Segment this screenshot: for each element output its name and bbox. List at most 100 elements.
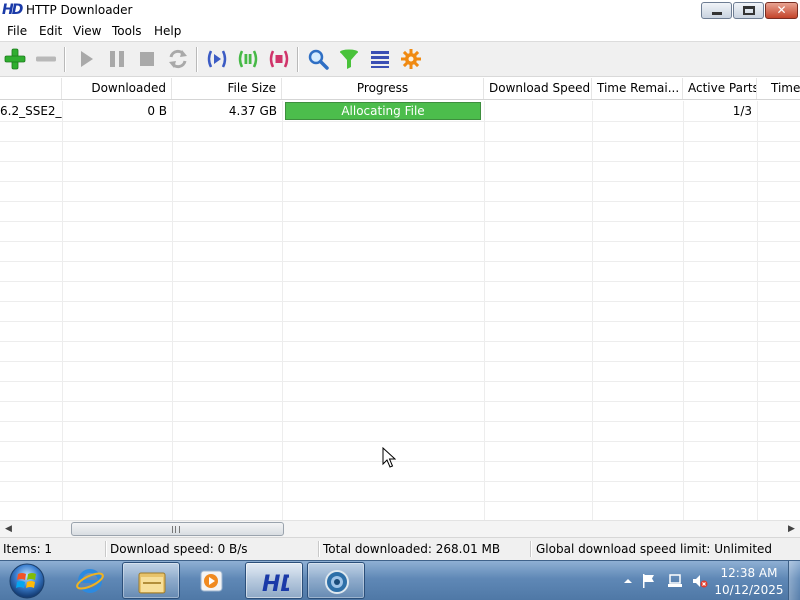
network-icon[interactable]: [667, 573, 683, 589]
mouse-cursor-icon: [382, 447, 396, 468]
grid-line: [0, 261, 800, 262]
toolbar-separator: [196, 47, 197, 72]
menu-view[interactable]: View: [73, 24, 101, 38]
grid-line: [0, 161, 800, 162]
remove-download-button[interactable]: [34, 47, 58, 71]
horizontal-scrollbar[interactable]: ◀ ▶: [0, 520, 800, 537]
pause-button[interactable]: [105, 47, 129, 71]
column-header-row: Downloaded File Size Progress Download S…: [0, 78, 800, 100]
table-row[interactable]: 6.2_SSE2_... 0 B 4.37 GB Allocating File…: [0, 101, 800, 121]
grid-line: [0, 461, 800, 462]
list-button[interactable]: [368, 47, 392, 71]
stop-all-button[interactable]: [267, 47, 291, 71]
menu-help[interactable]: Help: [154, 24, 181, 38]
taskbar-http-downloader[interactable]: HD: [245, 562, 303, 599]
show-desktop-button[interactable]: [788, 561, 800, 600]
download-list[interactable]: 6.2_SSE2_... 0 B 4.37 GB Allocating File…: [0, 101, 800, 520]
grid-line: [0, 121, 800, 122]
grid-line: [0, 221, 800, 222]
http-downloader-icon: HD: [262, 572, 289, 595]
filter-icon: [340, 49, 358, 69]
progress-bar: Allocating File: [285, 102, 481, 120]
scroll-left-arrow-icon[interactable]: ◀: [0, 521, 17, 537]
stop-all-icon: [269, 50, 289, 68]
settings-icon: [401, 49, 421, 69]
filter-button[interactable]: [337, 47, 361, 71]
status-items: Items: 1: [3, 542, 53, 556]
pause-all-button[interactable]: [236, 47, 260, 71]
column-header-download-speed[interactable]: Download Speed: [484, 78, 592, 99]
start-button[interactable]: [1, 561, 53, 600]
menu-file[interactable]: File: [7, 24, 27, 38]
menu-edit[interactable]: Edit: [39, 24, 62, 38]
grid-line: [62, 101, 63, 520]
add-icon: [4, 48, 26, 70]
pause-icon: [110, 51, 124, 67]
scroll-right-arrow-icon[interactable]: ▶: [783, 521, 800, 537]
menu-tools[interactable]: Tools: [112, 24, 142, 38]
grid-line: [0, 241, 800, 242]
grid-line: [0, 281, 800, 282]
clock-date[interactable]: 10/12/2025: [706, 583, 792, 597]
show-hidden-icons-icon[interactable]: [620, 573, 636, 589]
grid-line: [0, 341, 800, 342]
column-header-active-parts[interactable]: Active Parts: [683, 78, 757, 99]
start-all-button[interactable]: [205, 47, 229, 71]
column-header-progress[interactable]: Progress: [282, 78, 484, 99]
list-icon: [371, 51, 389, 68]
status-download-speed: Download speed: 0 B/s: [110, 542, 248, 556]
action-center-flag-icon[interactable]: [641, 573, 657, 589]
grid-line: [0, 321, 800, 322]
status-speed-limit: Global download speed limit: Unlimited: [536, 542, 773, 556]
settings-button[interactable]: [399, 47, 423, 71]
media-player-icon: [200, 570, 223, 592]
add-download-button[interactable]: [3, 47, 27, 71]
minimize-icon: [712, 12, 722, 15]
toolbar-separator: [64, 47, 65, 72]
column-header-time-remaining[interactable]: Time Remai...: [592, 78, 683, 99]
taskbar-internet-explorer[interactable]: [61, 562, 119, 599]
grid-line: [0, 301, 800, 302]
status-separator: [530, 541, 531, 557]
windows-logo-icon: [9, 563, 45, 599]
scrollbar-thumb[interactable]: [71, 522, 284, 536]
cell-filename: 6.2_SSE2_...: [0, 104, 62, 118]
grid-line: [0, 401, 800, 402]
stop-button[interactable]: [135, 47, 159, 71]
maximize-button[interactable]: [733, 2, 764, 19]
restart-button[interactable]: [166, 47, 190, 71]
grid-line: [0, 381, 800, 382]
cell-downloaded: 0 B: [147, 104, 167, 118]
progress-label: Allocating File: [341, 104, 425, 118]
taskbar-file-explorer[interactable]: [122, 562, 180, 599]
internet-explorer-icon: [76, 569, 104, 593]
title-bar: HD HTTP Downloader ✕: [0, 0, 800, 21]
remove-icon: [36, 56, 56, 62]
grid-line: [0, 501, 800, 502]
search-button[interactable]: [306, 47, 330, 71]
cell-time-elapsed: [757, 101, 800, 121]
start-button[interactable]: [74, 47, 98, 71]
column-header-time-elapsed[interactable]: Time: [757, 78, 800, 99]
grid-line: [0, 141, 800, 142]
taskbar-browser[interactable]: [307, 562, 365, 599]
taskbar-media-player[interactable]: [183, 562, 241, 599]
grid-line: [0, 481, 800, 482]
toolbar-separator: [297, 47, 298, 72]
cell-file-size: 4.37 GB: [228, 104, 277, 118]
status-bar: Items: 1 Download speed: 0 B/s Total dow…: [0, 537, 800, 560]
column-header-filename[interactable]: [0, 78, 62, 99]
column-header-file-size[interactable]: File Size: [172, 78, 282, 99]
window-title: HTTP Downloader: [26, 3, 133, 17]
start-all-icon: [207, 50, 227, 68]
grid-line: [683, 101, 684, 520]
grid-line: [484, 101, 485, 520]
clock-time[interactable]: 12:38 AM: [706, 566, 792, 580]
column-header-downloaded[interactable]: Downloaded: [62, 78, 172, 99]
status-separator: [105, 541, 106, 557]
grid-line: [592, 101, 593, 520]
minimize-button[interactable]: [701, 2, 732, 19]
cell-time-remaining: [592, 101, 683, 121]
close-button[interactable]: ✕: [765, 2, 798, 19]
browser-icon: [325, 570, 349, 594]
